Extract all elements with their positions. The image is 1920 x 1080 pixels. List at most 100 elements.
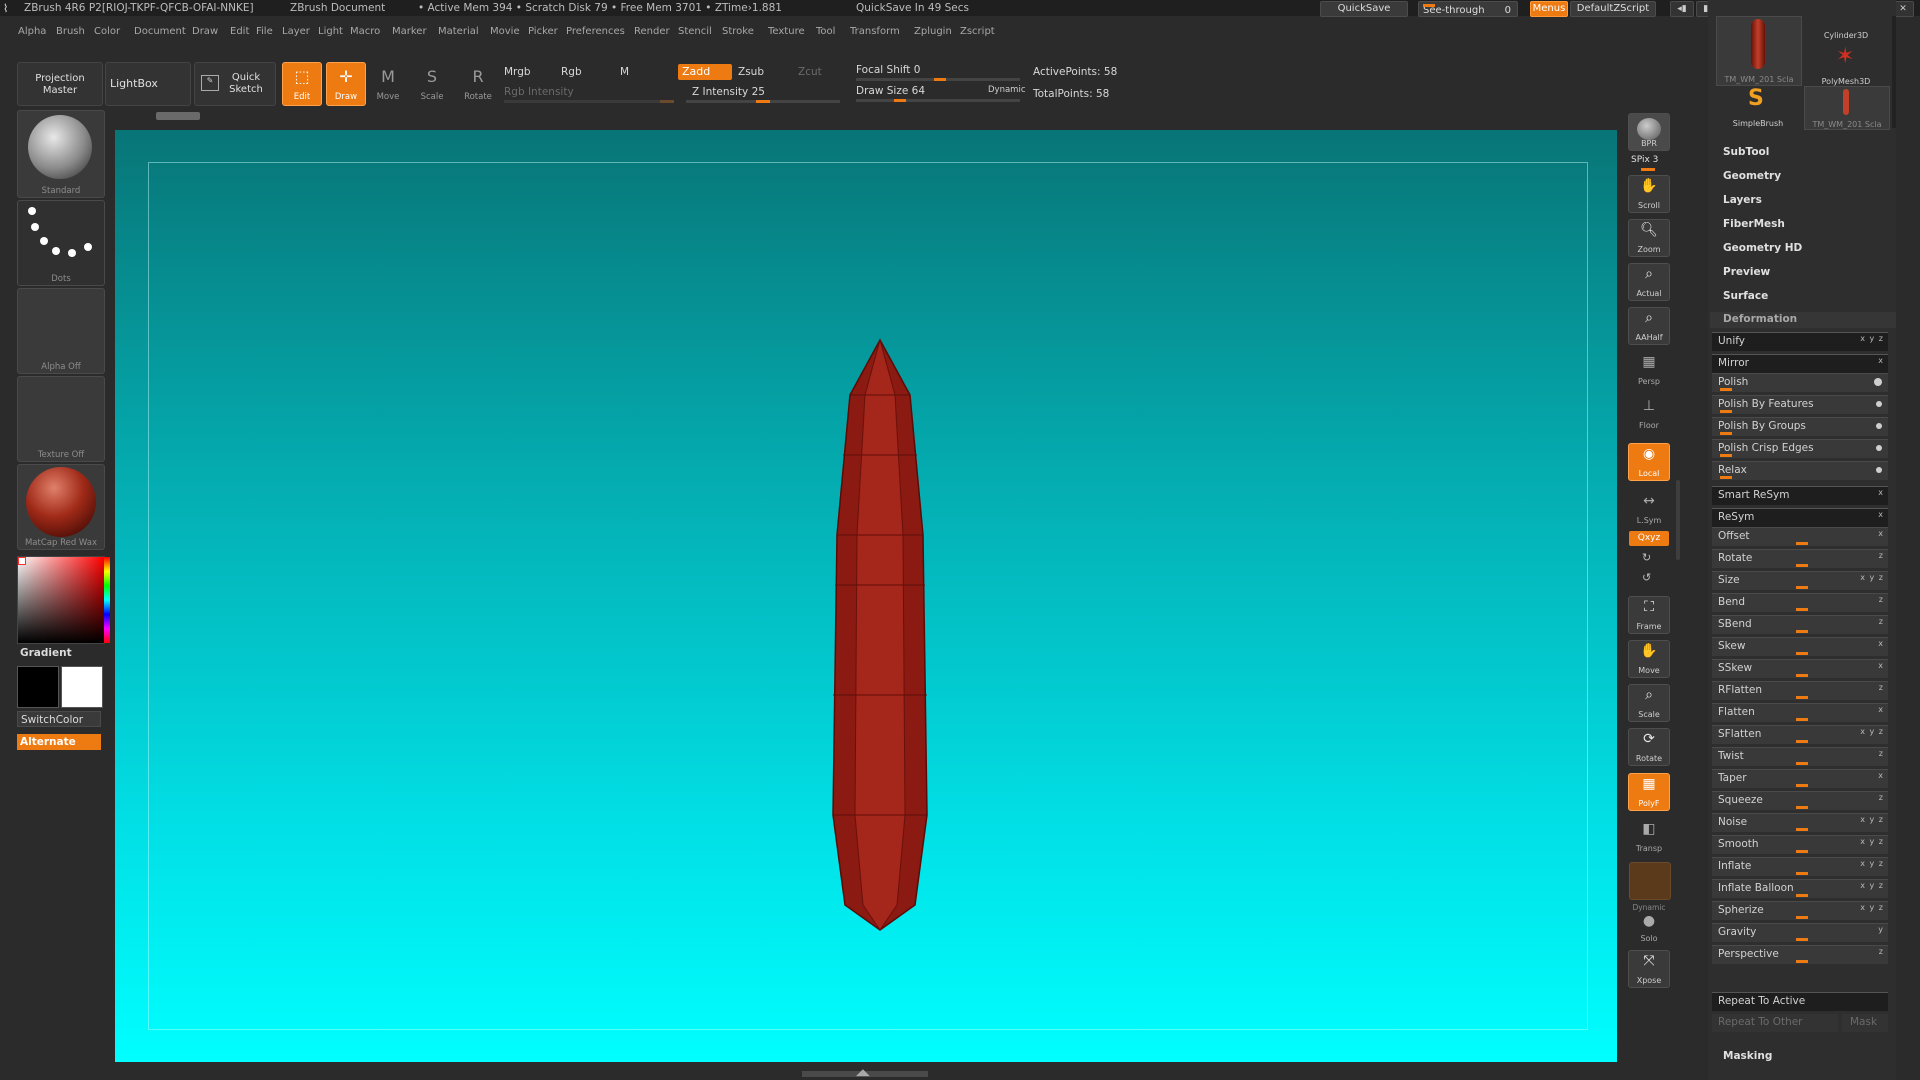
quicksave-button[interactable]: QuickSave — [1320, 1, 1408, 17]
menu-file[interactable]: File — [256, 26, 273, 37]
menu-stencil[interactable]: Stencil — [678, 26, 712, 37]
dynamic-toggle[interactable]: Dynamic — [988, 85, 1026, 95]
z-intensity-slider[interactable]: Z Intensity 25 — [692, 86, 765, 98]
xyz-axis-icon[interactable]: z — [1879, 793, 1884, 802]
smooth-knob[interactable] — [1796, 850, 1808, 853]
default-zscript-button[interactable]: DefaultZScript — [1570, 1, 1656, 17]
gradient-label[interactable]: Gradient — [20, 647, 72, 659]
size-slider[interactable]: Size x y z — [1712, 571, 1888, 590]
bend-knob[interactable] — [1796, 608, 1808, 611]
material-thumbnail[interactable]: MatCap Red Wax — [17, 464, 105, 550]
xyz-axis-icon[interactable]: z — [1879, 617, 1884, 626]
spix-slider[interactable]: SPix 3 — [1631, 155, 1658, 165]
bend-slider[interactable]: Bend z — [1712, 593, 1888, 612]
inflate-knob[interactable] — [1796, 872, 1808, 875]
mesh-3d-model[interactable] — [815, 335, 945, 935]
menu-edit[interactable]: Edit — [230, 26, 249, 37]
polish-slider[interactable]: Polish — [1712, 373, 1888, 392]
rotate-mode-button[interactable]: R Rotate — [456, 62, 500, 106]
top-shelf-scroll-handle[interactable] — [156, 112, 200, 120]
tool-thumb-polymesh3d[interactable]: ✶ PolyMesh3D — [1804, 44, 1888, 86]
xyz-axis-icon[interactable]: y — [1878, 925, 1884, 934]
menu-texture[interactable]: Texture — [768, 26, 805, 37]
secondary-color-swatch[interactable] — [61, 666, 103, 708]
hue-strip[interactable] — [104, 557, 110, 643]
polish-by-groups-slider[interactable]: Polish By Groups — [1712, 417, 1888, 436]
rotate-z-icon[interactable]: ↺ — [1642, 571, 1651, 584]
menu-draw[interactable]: Draw — [192, 26, 218, 37]
xyz-axis-icon[interactable]: x y z — [1860, 727, 1884, 736]
menu-render[interactable]: Render — [634, 26, 670, 37]
taper-knob[interactable] — [1796, 784, 1808, 787]
scroll-button[interactable]: ✋ Scroll — [1628, 175, 1670, 213]
actual-button[interactable]: ⌕ Actual — [1628, 263, 1670, 301]
brush-thumbnail[interactable]: Standard — [17, 110, 105, 198]
transp-button[interactable]: ◧ Transp — [1628, 818, 1670, 856]
focal-shift-slider[interactable]: Focal Shift 0 — [856, 64, 920, 76]
noise-knob[interactable] — [1796, 828, 1808, 831]
rgb-button[interactable]: Rgb — [561, 66, 582, 78]
local-button[interactable]: ◉ Local — [1628, 443, 1670, 481]
frame-button[interactable]: ⛶ Frame — [1628, 596, 1670, 634]
menu-layer[interactable]: Layer — [282, 26, 310, 37]
xyz-axis-icon[interactable]: x — [1878, 356, 1884, 365]
mirror-button[interactable]: Mirror x — [1712, 354, 1888, 373]
menu-stroke[interactable]: Stroke — [722, 26, 754, 37]
move-view-button[interactable]: ✋ Move — [1628, 640, 1670, 678]
flatten-knob[interactable] — [1796, 718, 1808, 721]
circle-toggle-icon[interactable] — [1876, 423, 1882, 429]
xyz-axis-icon[interactable]: z — [1879, 551, 1884, 560]
twist-knob[interactable] — [1796, 762, 1808, 765]
rotate-view-button[interactable]: ⟳ Rotate — [1628, 728, 1670, 766]
sbend-knob[interactable] — [1796, 630, 1808, 633]
perspective-slider[interactable]: Perspective z — [1712, 945, 1888, 964]
menu-transform[interactable]: Transform — [850, 26, 900, 37]
squeeze-slider[interactable]: Squeeze z — [1712, 791, 1888, 810]
xyz-axis-icon[interactable]: x y z — [1860, 903, 1884, 912]
menu-document[interactable]: Document — [134, 26, 186, 37]
polish-by-features-slider[interactable]: Polish By Features — [1712, 395, 1888, 414]
menu-material[interactable]: Material — [438, 26, 479, 37]
stroke-thumbnail[interactable]: Dots — [17, 200, 105, 286]
menu-alpha[interactable]: Alpha — [18, 26, 46, 37]
xyz-axis-icon[interactable]: x — [1878, 705, 1884, 714]
tool-thumb-active[interactable]: TM_WM_201 Scla — [1716, 16, 1802, 86]
xyz-axis-icon[interactable]: x — [1878, 529, 1884, 538]
xyz-axis-icon[interactable]: z — [1879, 683, 1884, 692]
rotate-knob[interactable] — [1796, 564, 1808, 567]
smart-resym-button[interactable]: Smart ReSym x — [1712, 486, 1888, 505]
deformation-header[interactable]: Deformation — [1710, 312, 1896, 328]
menu-zplugin[interactable]: Zplugin — [914, 26, 952, 37]
xyz-axis-icon[interactable]: x — [1878, 488, 1884, 497]
menu-macro[interactable]: Macro — [350, 26, 380, 37]
persp-button[interactable]: ▦ Persp — [1628, 351, 1670, 389]
gravity-slider[interactable]: Gravity y — [1712, 923, 1888, 942]
sbend-slider[interactable]: SBend z — [1712, 615, 1888, 634]
polyf-button[interactable]: ▦ PolyF — [1628, 773, 1670, 811]
aahalf-button[interactable]: ⌕ AAHalf — [1628, 307, 1670, 345]
subtool-section[interactable]: SubTool — [1723, 146, 1769, 158]
scroll-left-icon[interactable]: ◂▮ — [1670, 1, 1694, 17]
inflate-slider[interactable]: Inflate x y z — [1712, 857, 1888, 876]
menu-marker[interactable]: Marker — [392, 26, 427, 37]
xyz-axis-icon[interactable]: z — [1879, 749, 1884, 758]
tool-thumb-scla[interactable]: TM_WM_201 Scla — [1804, 86, 1890, 130]
xyz-axis-icon[interactable]: x y z — [1860, 881, 1884, 890]
ghost-button[interactable] — [1629, 862, 1671, 900]
menu-brush[interactable]: Brush — [56, 26, 85, 37]
lsym-button[interactable]: ↔ L.Sym — [1628, 490, 1670, 528]
menu-movie[interactable]: Movie — [490, 26, 520, 37]
projection-master-button[interactable]: Projection Master — [17, 62, 103, 106]
quick-sketch-button[interactable]: ✎ Quick Sketch — [194, 62, 276, 106]
skew-knob[interactable] — [1796, 652, 1808, 655]
xyz-axis-icon[interactable]: x y z — [1860, 573, 1884, 582]
rotate-slider[interactable]: Rotate z — [1712, 549, 1888, 568]
perspective-knob[interactable] — [1796, 960, 1808, 963]
xyz-axis-icon[interactable]: x — [1878, 771, 1884, 780]
move-mode-button[interactable]: M Move — [368, 62, 408, 106]
menu-light[interactable]: Light — [318, 26, 343, 37]
tool-thumb-cylinder3d[interactable]: Cylinder3D — [1804, 16, 1888, 40]
solo-button[interactable]: ● Solo — [1628, 910, 1670, 946]
repeat-to-active-button[interactable]: Repeat To Active — [1712, 992, 1888, 1011]
mask-button[interactable]: Mask — [1842, 1014, 1888, 1032]
